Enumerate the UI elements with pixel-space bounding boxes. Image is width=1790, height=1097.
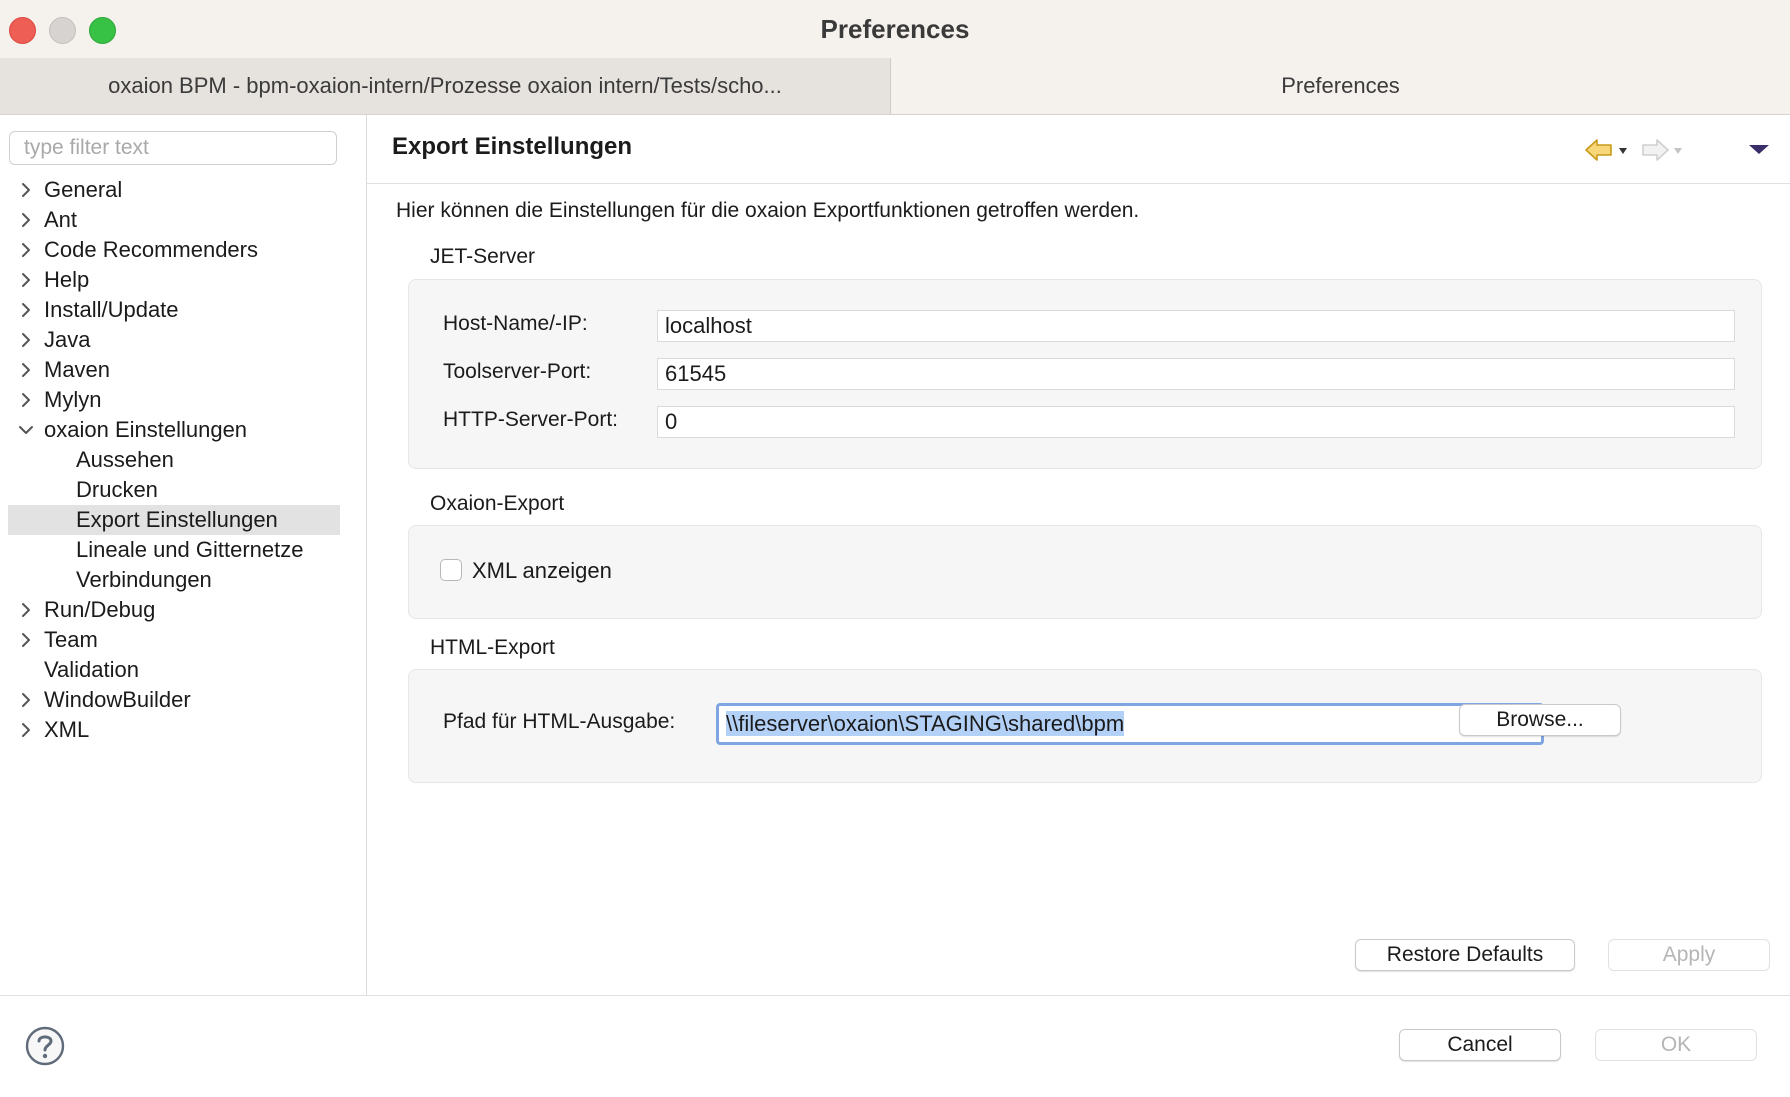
tree-item[interactable]: Validation (8, 655, 340, 685)
title-bar: Preferences (0, 0, 1790, 58)
tree-item-label: WindowBuilder (44, 687, 191, 712)
xml-anzeigen-label[interactable]: XML anzeigen (472, 558, 612, 584)
chevron-down-icon[interactable] (16, 415, 36, 445)
tree-item[interactable]: Mylyn (8, 385, 340, 415)
tree-item-label: Mylyn (44, 387, 102, 412)
http-server-port-label: HTTP-Server-Port: (443, 408, 619, 431)
chevron-right-icon[interactable] (16, 265, 36, 295)
browse-button[interactable]: Browse... (1459, 704, 1621, 736)
tree-item[interactable]: General (8, 175, 340, 205)
restore-defaults-button[interactable]: Restore Defaults (1355, 939, 1575, 971)
chevron-right-icon[interactable] (16, 355, 36, 385)
tree-item[interactable]: Lineale und Gitternetze (8, 535, 340, 565)
jet-server-group-title: JET-Server (430, 245, 536, 268)
view-menu-button[interactable] (1746, 137, 1772, 163)
tree-item[interactable]: Code Recommenders (8, 235, 340, 265)
tree-item-label: Team (44, 627, 98, 652)
tree-item-label: Lineale und Gitternetze (76, 537, 304, 562)
tree-item[interactable]: Java (8, 325, 340, 355)
tree-item[interactable]: Install/Update (8, 295, 340, 325)
tree-item[interactable]: Maven (8, 355, 340, 385)
tree-item[interactable]: Ant (8, 205, 340, 235)
http-server-port-input[interactable] (657, 406, 1735, 438)
html-export-group-title: HTML-Export (430, 636, 555, 659)
oxaion-export-group-title: Oxaion-Export (430, 492, 565, 515)
host-name-input[interactable] (657, 310, 1735, 342)
tree-item[interactable]: Team (8, 625, 340, 655)
chevron-right-icon[interactable] (16, 325, 36, 355)
back-arrow-icon (1585, 139, 1627, 161)
tree-item-label: Export Einstellungen (76, 507, 278, 532)
chevron-right-icon[interactable] (16, 685, 36, 715)
page-description: Hier können die Einstellungen für die ox… (396, 199, 1140, 222)
xml-anzeigen-checkbox[interactable] (440, 559, 462, 581)
chevron-right-icon[interactable] (16, 175, 36, 205)
tree-item-label: Ant (44, 207, 78, 232)
chevron-right-icon[interactable] (16, 205, 36, 235)
tree-item[interactable]: Export Einstellungen (8, 505, 340, 535)
html-path-label: Pfad für HTML-Ausgabe: (443, 710, 676, 733)
tree-item-label: XML (44, 717, 90, 742)
tree-item-label: Java (44, 327, 91, 352)
cancel-button[interactable]: Cancel (1399, 1029, 1561, 1061)
html-path-selected-text: \\fileserver\oxaion\STAGING\shared\bpm (726, 711, 1125, 736)
tree-item-label: Maven (44, 357, 111, 382)
oxaion-export-group: XML anzeigen (408, 525, 1762, 619)
tree-item[interactable]: WindowBuilder (8, 685, 340, 715)
window-title: Preferences (820, 14, 970, 44)
tree-item-label: Drucken (76, 477, 158, 502)
jet-server-group: Host-Name/-IP: Toolserver-Port: HTTP-Ser… (408, 279, 1762, 469)
forward-button[interactable] (1640, 137, 1688, 163)
chevron-right-icon[interactable] (16, 295, 36, 325)
help-button[interactable] (25, 1026, 65, 1066)
tree-item-label: Help (44, 267, 90, 292)
filter-input[interactable] (9, 131, 337, 165)
page-title: Export Einstellungen (392, 133, 633, 160)
back-button[interactable] (1584, 137, 1632, 163)
tree-item-label: Code Recommenders (44, 237, 258, 262)
tree-item-label: Run/Debug (44, 597, 156, 622)
tree-item-label: Aussehen (76, 447, 174, 472)
tree-item-label: Install/Update (44, 297, 179, 322)
tab-preferences[interactable]: Preferences (891, 58, 1790, 114)
forward-arrow-icon (1642, 139, 1682, 161)
page-header: Export Einstellungen (367, 115, 1790, 184)
chevron-right-icon[interactable] (16, 235, 36, 265)
html-export-group: Pfad für HTML-Ausgabe: \\fileserver\oxai… (408, 669, 1762, 783)
tree-item[interactable]: Drucken (8, 475, 340, 505)
tree-item-label: General (44, 177, 123, 202)
tree-item[interactable]: XML (8, 715, 340, 745)
preferences-navigation: General Ant Code Recommenders Help Install/U… (0, 115, 367, 995)
tab-oxaion-bpm[interactable]: oxaion BPM - bpm-oxaion-intern/Prozesse … (0, 58, 891, 114)
tree-item[interactable]: oxaion Einstellungen (8, 415, 340, 445)
toolserver-port-label: Toolserver-Port: (443, 360, 592, 383)
preferences-window: Preferences oxaion BPM - bpm-oxaion-inte… (0, 0, 1790, 1097)
tree-item[interactable]: Aussehen (8, 445, 340, 475)
tree-item-label: oxaion Einstellungen (44, 417, 248, 442)
tree-item-label: Verbindungen (76, 567, 212, 592)
view-menu-icon (1749, 145, 1769, 154)
tree-item[interactable]: Verbindungen (8, 565, 340, 595)
html-path-input[interactable]: \\fileserver\oxaion\STAGING\shared\bpm (716, 703, 1544, 745)
tree-item[interactable]: Help (8, 265, 340, 295)
tab-bar: oxaion BPM - bpm-oxaion-intern/Prozesse … (0, 58, 1790, 115)
chevron-right-icon[interactable] (16, 625, 36, 655)
apply-button[interactable]: Apply (1608, 939, 1770, 971)
help-icon (25, 1026, 65, 1066)
tree-item-label: Validation (44, 657, 139, 682)
toolserver-port-input[interactable] (657, 358, 1735, 390)
dialog-footer: Cancel OK (0, 995, 1790, 1097)
chevron-right-icon[interactable] (16, 595, 36, 625)
preference-page: Export Einstellungen Hier können die Ein… (367, 115, 1790, 995)
host-name-label: Host-Name/-IP: (443, 312, 588, 335)
tree-item[interactable]: Run/Debug (8, 595, 340, 625)
chevron-right-icon[interactable] (16, 715, 36, 745)
ok-button[interactable]: OK (1595, 1029, 1757, 1061)
chevron-right-icon[interactable] (16, 385, 36, 415)
